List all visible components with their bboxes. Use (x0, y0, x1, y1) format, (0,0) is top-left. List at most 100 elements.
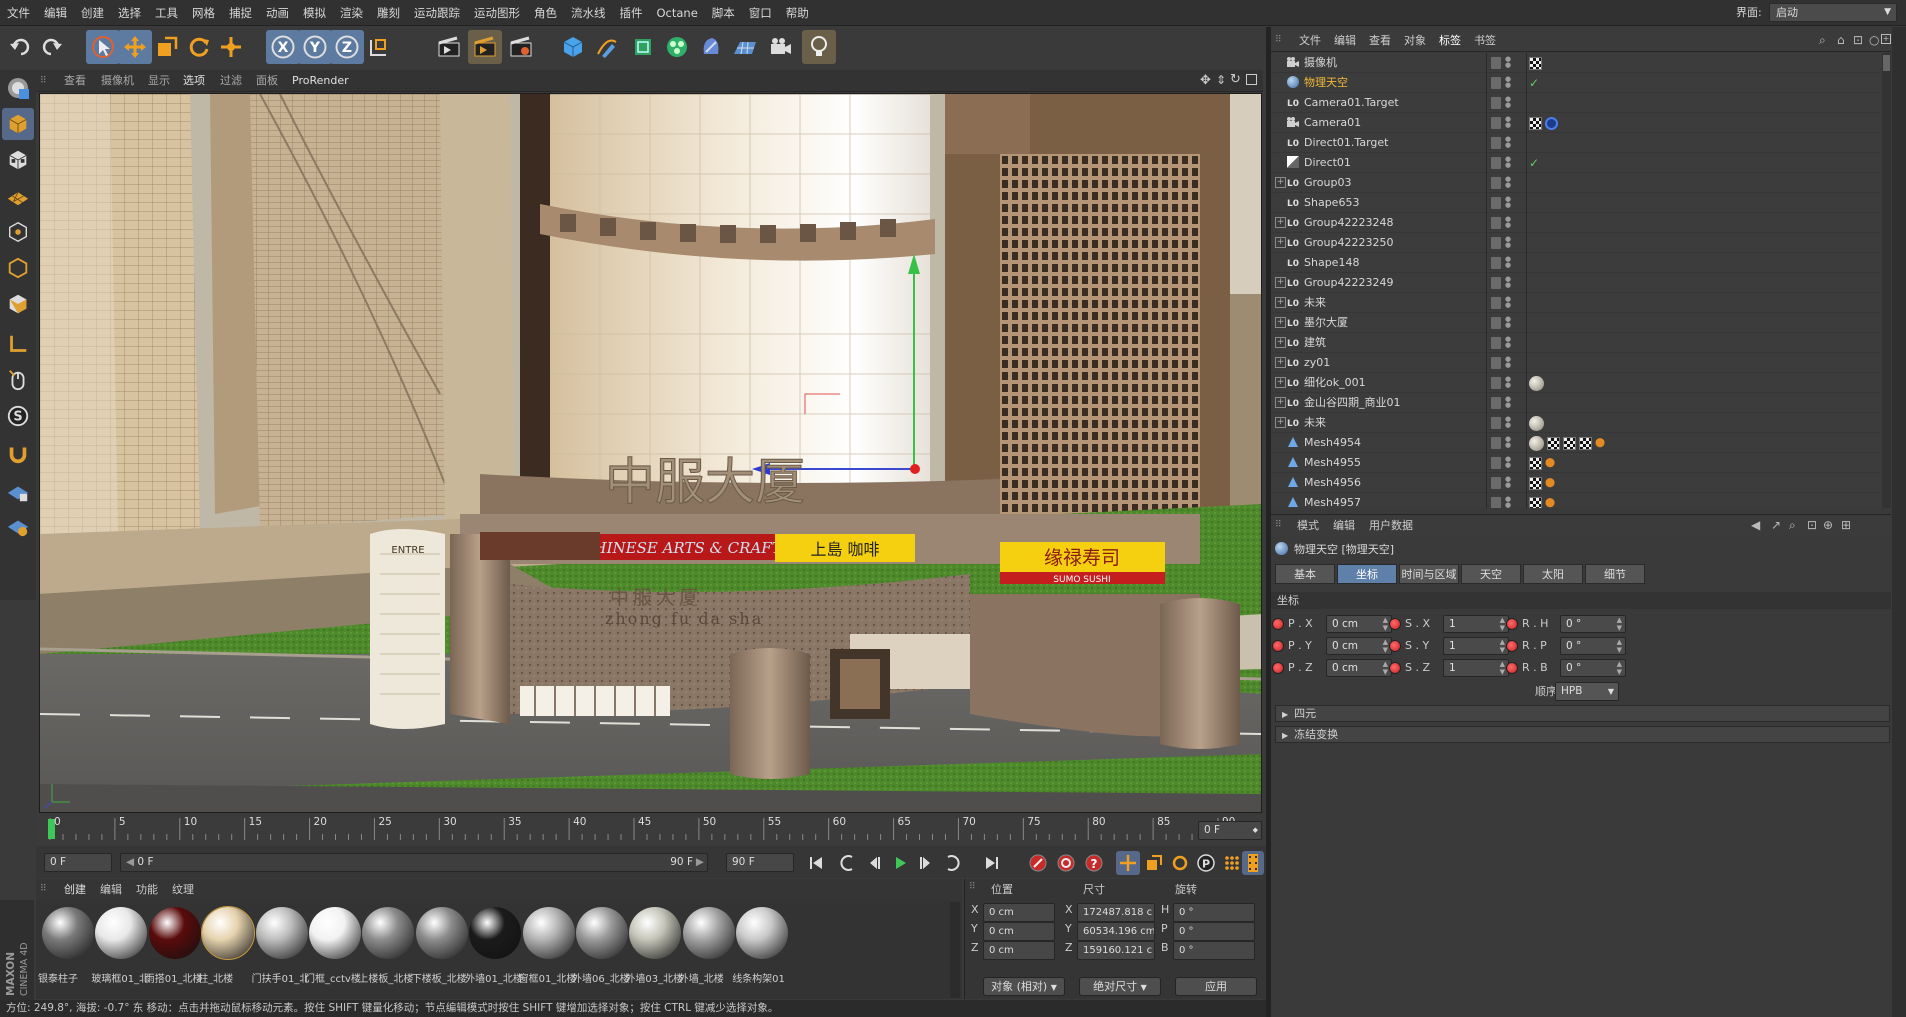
object-row[interactable]: + L0 Group42223249 ● ● (1271, 273, 1881, 293)
search-icon[interactable]: ⌕ (1819, 33, 1826, 48)
scrollbar-thumb[interactable] (1883, 55, 1890, 71)
menu-item-15[interactable]: 插件 (613, 0, 650, 26)
object-name[interactable]: 金山谷四期_商业01 (1304, 393, 1401, 413)
play-button[interactable] (888, 851, 912, 875)
visibility-dots-icon[interactable]: ● ● (1505, 376, 1511, 389)
undo-button[interactable] (4, 30, 38, 64)
material-swatch[interactable]: 柱_北楼 (198, 905, 258, 991)
drag-handle-icon[interactable]: ⠿ (969, 882, 976, 892)
menu-item-3[interactable]: 选择 (111, 0, 148, 26)
menu-item-13[interactable]: 角色 (527, 0, 564, 26)
keyframe-dot-icon[interactable] (1272, 662, 1284, 674)
rotation-order-select[interactable]: HPB ▼ (1555, 682, 1619, 701)
menu-item-16[interactable]: Octane (650, 0, 705, 26)
scale-tool-button[interactable] (150, 30, 184, 64)
material-tag-icon[interactable] (1529, 435, 1544, 451)
texture-tag-icon[interactable] (1529, 476, 1542, 490)
object-row[interactable]: + L0 Group42223250 ● ● (1271, 233, 1881, 253)
visibility-dots-icon[interactable]: ● ● (1505, 416, 1511, 429)
phong-tag-icon[interactable]: ⬤ (1595, 437, 1607, 449)
object-name[interactable]: Direct01 (1304, 153, 1351, 173)
visibility-dots-icon[interactable]: ● ● (1505, 136, 1511, 149)
object-name[interactable]: 物理天空 (1304, 73, 1348, 93)
layer-icon[interactable] (1491, 177, 1501, 189)
layer-icon[interactable] (1491, 257, 1501, 269)
coord-rotation-field[interactable]: 0 ° (1173, 922, 1255, 941)
object-name[interactable]: zy01 (1304, 353, 1330, 373)
record-keys-button[interactable] (1026, 851, 1050, 875)
material-tag-icon[interactable] (1529, 415, 1544, 431)
layout-select[interactable]: 启动 ▼ (1769, 3, 1897, 22)
menu-item-2[interactable]: 创建 (74, 0, 111, 26)
object-name[interactable]: Group42223248 (1304, 213, 1393, 233)
menu-item-6[interactable]: 捕捉 (222, 0, 259, 26)
spinner-icon[interactable]: ▲ ▼ (1617, 638, 1622, 654)
object-name[interactable]: Shape653 (1304, 193, 1359, 213)
object-row[interactable]: Camera01 ● ● (1271, 113, 1881, 133)
attribute-tab[interactable]: 时间与区域 (1399, 564, 1459, 584)
om-menu-view[interactable]: 查看 (1369, 30, 1391, 52)
material-swatch[interactable]: 外墙03_北楼 (625, 905, 685, 991)
y-axis-button[interactable]: Y (298, 30, 332, 64)
render-settings-button[interactable] (504, 30, 538, 64)
material-swatch[interactable]: 线条构架01 (732, 905, 792, 991)
menu-item-1[interactable]: 编辑 (37, 0, 74, 26)
visibility-dots-icon[interactable]: ● ● (1505, 456, 1511, 469)
layer-icon[interactable] (1491, 97, 1501, 109)
x-axis-button[interactable]: X (266, 30, 300, 64)
coord-position-field[interactable]: 0 cm (983, 903, 1055, 922)
spinner-icon[interactable]: ▲ ▼ (1383, 638, 1388, 654)
previous-key-button[interactable] (836, 851, 860, 875)
pen-spline-button[interactable] (590, 30, 624, 64)
object-name[interactable]: Mesh4956 (1304, 473, 1361, 493)
cloner-button[interactable] (660, 30, 694, 64)
object-name[interactable]: 细化ok_001 (1304, 373, 1366, 393)
camera-button[interactable] (764, 30, 798, 64)
object-row[interactable]: Direct01 ● ● ✓ (1271, 153, 1881, 173)
expand-toggle-icon[interactable]: + (1275, 357, 1286, 368)
timeline-mode-button[interactable] (1242, 851, 1264, 875)
coord-size-field[interactable]: 172487.818 c (1077, 903, 1155, 922)
light-button[interactable] (802, 30, 836, 64)
param-scale-field[interactable]: 1 ▲ ▼ (1443, 659, 1509, 677)
expand-toggle-icon[interactable]: + (1275, 397, 1286, 408)
am-menu-edit[interactable]: 编辑 (1333, 515, 1355, 537)
phong-tag-icon[interactable]: ⬤ (1545, 477, 1557, 489)
move-tool-button[interactable] (118, 30, 152, 64)
go-to-end-button[interactable] (980, 851, 1004, 875)
object-name[interactable]: Direct01.Target (1304, 133, 1388, 153)
object-name[interactable]: Group03 (1304, 173, 1352, 193)
visibility-dots-icon[interactable]: ● ● (1505, 176, 1511, 189)
keyframe-dot-icon[interactable] (1272, 618, 1284, 630)
menu-item-17[interactable]: 脚本 (705, 0, 742, 26)
layer-icon[interactable] (1491, 497, 1501, 508)
rotate-tool-button[interactable] (182, 30, 216, 64)
material-menu-function[interactable]: 功能 (136, 879, 158, 901)
material-swatch[interactable]: 门框_cctv楼 (305, 905, 365, 991)
layer-icon[interactable] (1491, 477, 1501, 489)
coord-size-field[interactable]: 159160.121 c (1077, 941, 1155, 960)
layer-icon[interactable] (1491, 457, 1501, 469)
keyframe-selection-button[interactable]: ? (1082, 851, 1106, 875)
edges-mode-button[interactable] (2, 252, 34, 284)
texture-mode-button[interactable] (2, 144, 34, 176)
visibility-dots-icon[interactable]: ● ● (1505, 496, 1511, 509)
viewport-menu-panel[interactable]: 面板 (256, 70, 278, 92)
object-name[interactable]: Group42223249 (1304, 273, 1393, 293)
object-row[interactable]: L0 Direct01.Target ● ● (1271, 133, 1881, 153)
param-rotation-field[interactable]: 0 ° ▲ ▼ (1560, 637, 1626, 655)
redo-button[interactable] (34, 30, 68, 64)
viewport-maximize-icon[interactable] (1246, 74, 1257, 85)
group-quaternion[interactable]: ▶ 四元 (1275, 705, 1890, 722)
link-icon[interactable]: ○ (1869, 33, 1879, 47)
texture-tag-icon[interactable] (1529, 56, 1542, 70)
viewport-menu-filter[interactable]: 过滤 (220, 70, 242, 92)
autokey-button[interactable] (1054, 851, 1078, 875)
coord-size-field[interactable]: 60534.196 cm (1077, 922, 1155, 941)
key-pla-button[interactable] (1220, 851, 1244, 875)
material-menu-texture[interactable]: 纹理 (172, 879, 194, 901)
object-name[interactable]: 墨尔大厦 (1304, 313, 1348, 333)
render-picture-viewer-button[interactable] (468, 30, 502, 64)
layer-icon[interactable] (1491, 317, 1501, 329)
current-frame-field[interactable]: 0 F ◆ (1198, 821, 1262, 840)
